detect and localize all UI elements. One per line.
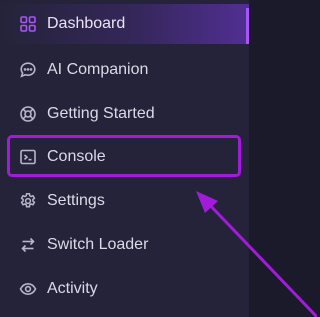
main-content-area xyxy=(251,0,317,317)
sidebar-item-getting-started[interactable]: Getting Started xyxy=(0,94,249,134)
swap-arrows-icon xyxy=(19,236,37,254)
sidebar-item-activity[interactable]: Activity xyxy=(0,269,249,309)
sidebar-item-dashboard[interactable]: Dashboard xyxy=(0,4,249,44)
sidebar-item-label: Switch Loader xyxy=(47,236,149,253)
eye-icon xyxy=(19,280,37,298)
sidebar-item-settings[interactable]: Settings xyxy=(0,181,249,221)
sidebar-item-label: Getting Started xyxy=(47,105,155,122)
sidebar-item-label: Dashboard xyxy=(47,15,126,32)
lifebuoy-icon xyxy=(19,105,37,123)
console-highlight-annotation xyxy=(7,135,241,177)
sidebar-item-ai-companion[interactable]: AI Companion xyxy=(0,50,249,90)
active-indicator xyxy=(246,8,249,44)
chat-bubble-icon xyxy=(19,61,37,79)
sidebar-item-label: Activity xyxy=(47,280,98,297)
sidebar-item-label: Settings xyxy=(47,192,105,209)
sidebar-item-label: AI Companion xyxy=(47,61,149,78)
gear-icon xyxy=(19,192,37,210)
grid-icon xyxy=(19,15,37,33)
sidebar-item-switch-loader[interactable]: Switch Loader xyxy=(0,225,249,265)
